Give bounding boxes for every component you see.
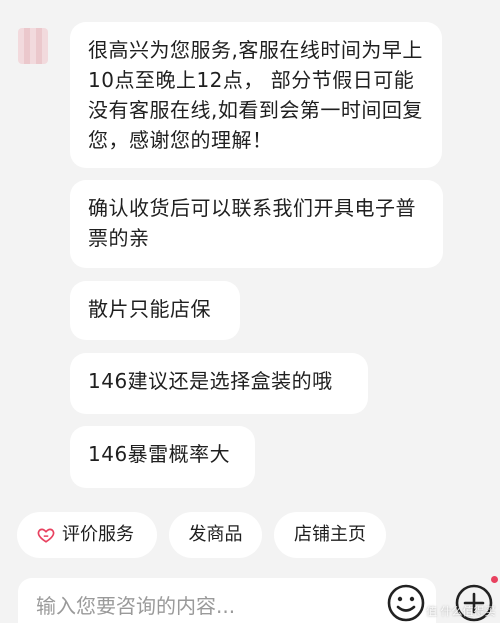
chat-screen: 很高兴为您服务,客服在线时间为早上10点至晚上12点， 部分节假日可能没有客服在… <box>0 0 500 623</box>
send-product-label: 发商品 <box>188 524 243 545</box>
rate-service-button[interactable]: 评价服务 <box>17 512 157 558</box>
shop-avatar[interactable] <box>18 28 48 64</box>
watermark-logo <box>491 576 498 583</box>
message-bubble: 散片只能店保 <box>70 281 240 340</box>
store-home-label: 店铺主页 <box>294 524 366 545</box>
message-bubble: 确认收货后可以联系我们开具电子普票的亲 <box>70 180 443 268</box>
message-bubble: 146建议还是选择盒装的哦 <box>70 353 368 414</box>
send-product-button[interactable]: 发商品 <box>169 512 262 558</box>
store-home-button[interactable]: 店铺主页 <box>274 512 386 558</box>
watermark-text: 值 什么值得买 <box>426 605 496 618</box>
smile-icon[interactable] <box>386 583 426 623</box>
message-bubble: 很高兴为您服务,客服在线时间为早上10点至晚上12点， 部分节假日可能没有客服在… <box>70 22 442 168</box>
message-bubble: 146暴雷概率大 <box>70 426 255 488</box>
heart-icon <box>37 528 55 543</box>
rate-service-label: 评价服务 <box>62 524 134 545</box>
message-input[interactable]: 输入您要咨询的内容... <box>18 578 436 623</box>
